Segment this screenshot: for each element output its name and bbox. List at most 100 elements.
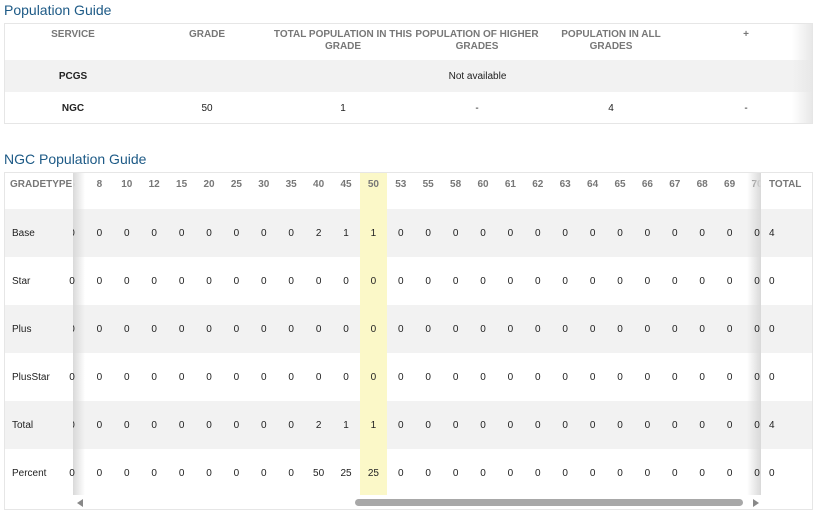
population-cell: 0 — [398, 419, 404, 431]
ngc-population-guide-title: NGC Population Guide — [4, 151, 147, 167]
population-cell: 0 — [480, 323, 486, 335]
gradetype-label: PlusStar — [12, 371, 50, 383]
grade-header-20: 20 — [203, 179, 215, 190]
population-cell: 0 — [261, 371, 267, 383]
population-guide-title: Population Guide — [4, 2, 112, 18]
population-cell: 0 — [507, 371, 514, 383]
grade-header-30: 30 — [258, 179, 270, 190]
population-cell: 0 — [535, 275, 541, 287]
population-cell: 0 — [562, 419, 568, 431]
grade-header-45: 45 — [340, 179, 352, 190]
population-row-pcgs: PCGS Not available — [5, 60, 812, 92]
population-cell: 1 — [343, 227, 349, 239]
population-cell: 0 — [617, 467, 623, 479]
gradetype-label: Percent — [12, 467, 47, 479]
population-row-ngc: NGC 50 1 - 4 - — [5, 92, 812, 124]
population-cell: 0 — [288, 323, 294, 335]
population-cell: 0 — [398, 275, 404, 287]
ngc-row-plusstar: PlusStar 0 0 0 0 0 0 0 0 0 0 0 0 0 0 0 0 0 0 0 0 0 0 0 0 0 0 0 — [5, 353, 812, 401]
population-cell: 0 — [178, 371, 185, 383]
population-cell: 0 — [562, 227, 568, 239]
population-guide-header-row: SERVICE GRADE TOTAL POPULATION IN THIS G… — [5, 24, 812, 60]
header-higher-grades: POPULATION OF HIGHER GRADES — [415, 29, 539, 52]
population-cell: 0 — [617, 275, 623, 287]
population-cell: 0 — [178, 467, 185, 479]
population-cell: 0 — [562, 275, 568, 287]
population-cell: 0 — [425, 227, 431, 239]
grade-header-67: 67 — [669, 179, 681, 190]
population-cell: 0 — [480, 227, 486, 239]
grade-header-64: 64 — [587, 179, 599, 190]
population-cell: 0 — [425, 323, 431, 335]
not-available-text: Not available — [448, 70, 507, 82]
population-cell: 0 — [726, 275, 733, 287]
population-cell: 0 — [425, 371, 431, 383]
population-cell: 0 — [562, 323, 568, 335]
header-total-population: TOTAL POPULATION IN THIS GRADE — [273, 29, 413, 52]
population-cell: 0 — [452, 467, 459, 479]
population-cell: 0 — [672, 323, 678, 335]
population-cell: 0 — [96, 323, 103, 335]
grade-header-66: 66 — [641, 179, 653, 190]
population-cell: 1 — [370, 419, 377, 431]
population-cell: 0 — [151, 467, 157, 479]
population-cell: 0 — [343, 275, 349, 287]
population-cell: 0 — [672, 227, 678, 239]
population-cell: 0 — [589, 371, 596, 383]
scroll-left-arrow-icon[interactable] — [77, 499, 83, 507]
population-cell: 0 — [206, 419, 212, 431]
population-cell: 0 — [562, 371, 568, 383]
population-cell: 0 — [96, 419, 103, 431]
population-cell: 0 — [589, 323, 596, 335]
population-cell: 0 — [535, 323, 541, 335]
population-cell: 2 — [315, 419, 322, 431]
population-cell: 0 — [124, 323, 130, 335]
population-cell: 0 — [425, 275, 431, 287]
population-cell: 0 — [452, 371, 459, 383]
population-cell: 0 — [288, 467, 294, 479]
population-cell: 0 — [124, 371, 130, 383]
grade-header-25: 25 — [230, 179, 242, 190]
population-cell: 25 — [340, 467, 352, 479]
population-cell: 0 — [151, 275, 157, 287]
population-cell: 0 — [699, 323, 705, 335]
population-cell: 0 — [206, 323, 212, 335]
row-total: 0 — [769, 275, 775, 287]
population-cell: 0 — [288, 275, 294, 287]
population-cell: 0 — [672, 371, 678, 383]
grade-header-62: 62 — [532, 179, 544, 190]
population-cell: 0 — [726, 323, 733, 335]
population-cell: 25 — [367, 467, 379, 479]
scroll-thumb[interactable] — [355, 499, 743, 506]
population-cell: 0 — [206, 371, 212, 383]
gradetype-label: Total — [5, 401, 73, 449]
population-cell: 0 — [726, 419, 733, 431]
grade-header-40: 40 — [313, 179, 325, 190]
gradetype-header: GRADETYPE — [5, 173, 73, 209]
population-cell: 0 — [452, 275, 459, 287]
population-cell: 2 — [315, 227, 322, 239]
row-total: 4 — [761, 209, 812, 257]
header-grade: GRADE — [188, 29, 226, 40]
population-cell: 0 — [425, 467, 431, 479]
population-cell: 0 — [261, 227, 267, 239]
population-cell: 0 — [96, 275, 103, 287]
population-cell: 0 — [672, 467, 678, 479]
population-cell: 0 — [480, 371, 486, 383]
grade-header-8: 8 — [96, 179, 103, 190]
population-cell: 0 — [124, 467, 130, 479]
population-cell: 0 — [96, 467, 103, 479]
total-in-grade-value: 1 — [340, 102, 346, 114]
grade-header-53: 53 — [395, 179, 407, 190]
scroll-right-arrow-icon[interactable] — [753, 499, 759, 507]
population-cell: 0 — [644, 419, 651, 431]
ngc-row-base: Base000000000211000000000000004 — [5, 209, 812, 257]
horizontal-scrollbar[interactable] — [73, 497, 761, 509]
population-cell: 0 — [124, 419, 130, 431]
population-cell: 0 — [398, 467, 404, 479]
population-cell: 0 — [343, 323, 349, 335]
population-cell: 0 — [589, 227, 596, 239]
ngc-header-row: GRADETYPE TOTAL 58 10 12 15 20 25 30 35 40 45 50 53… — [5, 173, 812, 209]
population-cell: 0 — [206, 275, 212, 287]
population-cell: 0 — [480, 275, 486, 287]
